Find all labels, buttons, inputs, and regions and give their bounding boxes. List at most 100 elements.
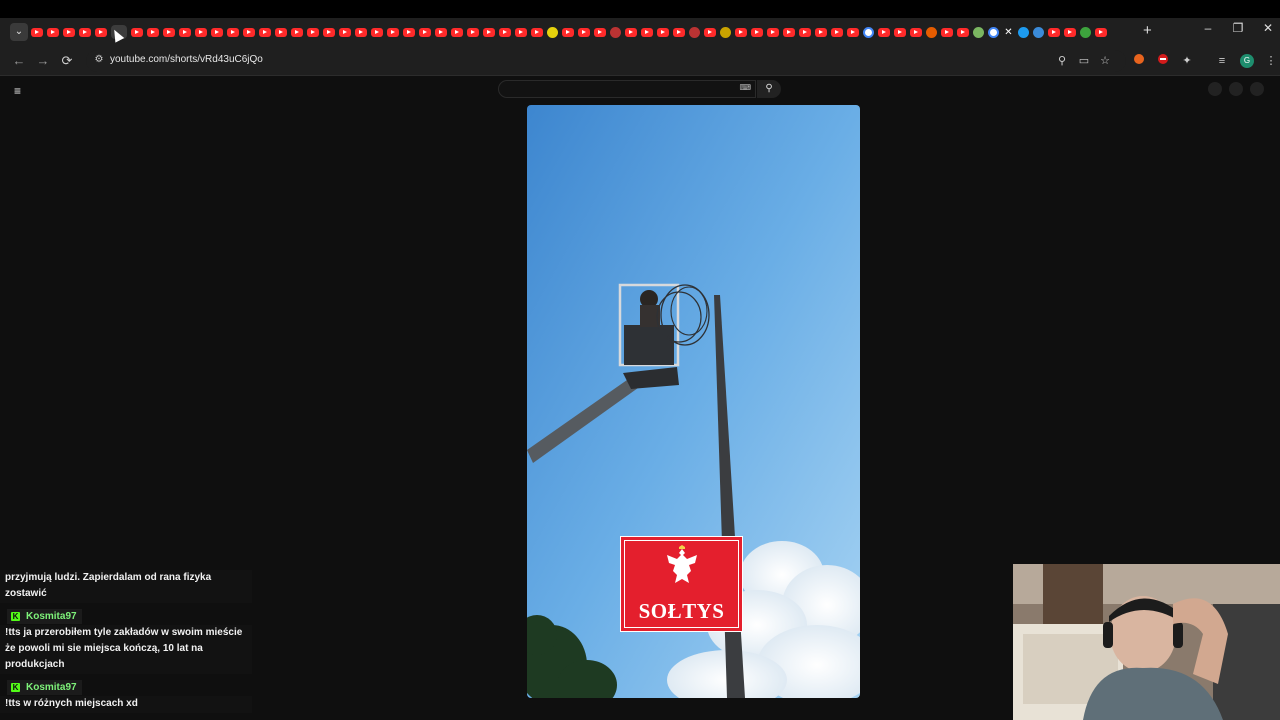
youtube-tab-favicon-icon[interactable] <box>673 27 685 37</box>
youtube-tab-favicon-icon[interactable] <box>751 27 763 37</box>
youtube-tab-favicon-icon[interactable] <box>291 27 303 37</box>
youtube-tab-favicon-icon[interactable] <box>339 27 351 37</box>
youtube-tab-favicon-icon[interactable] <box>259 27 271 37</box>
check-tab-favicon-icon[interactable] <box>1033 26 1044 38</box>
youtube-tab-favicon-icon[interactable] <box>467 27 479 37</box>
leaf-tab-favicon-icon[interactable] <box>1080 26 1091 38</box>
youtube-tab-favicon-icon[interactable] <box>275 27 287 37</box>
restore-button[interactable]: ❐ <box>1228 21 1248 35</box>
youtube-tab-favicon-icon[interactable] <box>783 27 795 37</box>
yellow-tab-favicon-icon[interactable] <box>547 26 558 38</box>
cast-icon[interactable]: ▭ <box>1076 53 1092 69</box>
url-text[interactable]: youtube.com/shorts/vRd43uC6jQo <box>110 54 263 65</box>
youtube-tab-favicon-icon[interactable] <box>847 27 859 37</box>
youtube-tab-favicon-icon[interactable] <box>211 27 223 37</box>
browser-toolbar: ← → ⟳ ⚙ youtube.com/shorts/vRd43uC6jQo ⚲… <box>0 46 1280 76</box>
youtube-tab-favicon-icon[interactable] <box>531 27 543 37</box>
youtube-tab-favicon-icon[interactable] <box>941 27 953 37</box>
address-bar[interactable]: ⚙ youtube.com/shorts/vRd43uC6jQo <box>86 50 1126 72</box>
youtube-tab-favicon-icon[interactable] <box>95 27 107 37</box>
search-input[interactable]: ⌨ <box>498 80 756 98</box>
close-window-button[interactable]: ✕ <box>1258 21 1278 35</box>
extension-icon-red[interactable] <box>1155 53 1171 69</box>
youtube-tab-favicon-icon[interactable] <box>515 27 527 37</box>
youtube-tab-favicon-icon[interactable] <box>625 27 637 37</box>
youtube-tab-favicon-icon[interactable] <box>499 27 511 37</box>
ring-tab-favicon-icon[interactable] <box>610 26 621 38</box>
account-avatar[interactable] <box>1250 82 1264 96</box>
youtube-tab-favicon-icon[interactable] <box>767 27 779 37</box>
search-button[interactable]: ⚲ <box>757 80 781 98</box>
youtube-tab-favicon-icon[interactable] <box>704 27 716 37</box>
youtube-tab-favicon-icon[interactable] <box>910 27 922 37</box>
youtube-tab-favicon-icon[interactable] <box>179 27 191 37</box>
webcam-overlay <box>1013 564 1280 720</box>
youtube-tab-favicon-icon[interactable] <box>307 27 319 37</box>
youtube-tab-favicon-icon[interactable] <box>403 27 415 37</box>
youtube-tab-favicon-icon[interactable] <box>1048 27 1060 37</box>
plus-tab-favicon-icon[interactable] <box>1018 26 1029 38</box>
youtube-tab-favicon-icon[interactable] <box>79 27 91 37</box>
minimize-button[interactable]: – <box>1198 21 1218 35</box>
zoom-icon[interactable]: ⚲ <box>1054 53 1070 69</box>
ext-tab-favicon-icon[interactable] <box>926 26 937 38</box>
youtube-tab-favicon-icon[interactable] <box>483 27 495 37</box>
youtube-tab-favicon-icon[interactable] <box>735 27 747 37</box>
notifications-icon[interactable] <box>1229 82 1243 96</box>
google-tab-favicon-icon[interactable] <box>863 26 874 38</box>
bookmark-star-icon[interactable]: ☆ <box>1097 53 1113 69</box>
youtube-tab-favicon-icon[interactable] <box>1095 27 1107 37</box>
extensions-puzzle-icon[interactable]: ✦ <box>1179 53 1195 69</box>
youtube-tab-favicon-icon[interactable] <box>63 27 75 37</box>
youtube-tab-favicon-icon[interactable] <box>419 27 431 37</box>
youtube-tab-favicon-icon[interactable] <box>799 27 811 37</box>
youtube-tab-favicon-icon[interactable] <box>562 27 574 37</box>
youtube-tab-favicon-icon[interactable] <box>594 27 606 37</box>
tab-search-button[interactable]: ⌄ <box>10 23 28 41</box>
youtube-tab-favicon-icon[interactable] <box>147 27 159 37</box>
chat-username: Kosmita97 <box>26 682 77 693</box>
media-controls-icon[interactable]: ≡ <box>1214 53 1230 69</box>
back-button[interactable]: ← <box>10 52 28 70</box>
forward-button[interactable]: → <box>34 52 52 70</box>
youtube-tab-favicon-icon[interactable] <box>163 27 175 37</box>
youtube-tab-favicon-icon[interactable] <box>451 27 463 37</box>
youtube-tab-favicon-icon[interactable] <box>31 27 43 37</box>
create-icon[interactable] <box>1208 82 1222 96</box>
guide-menu-icon[interactable]: ≡ <box>14 84 21 98</box>
youtube-tab-favicon-icon[interactable] <box>831 27 843 37</box>
youtube-tab-favicon-icon[interactable] <box>195 27 207 37</box>
youtube-tab-favicon-icon[interactable] <box>1064 27 1076 37</box>
youtube-tab-favicon-icon[interactable] <box>641 27 653 37</box>
grid-tab-favicon-icon[interactable] <box>973 26 984 38</box>
youtube-tab-favicon-icon[interactable] <box>957 27 969 37</box>
profile-avatar[interactable]: G <box>1240 54 1254 68</box>
site-info-icon[interactable]: ⚙ <box>92 53 106 67</box>
chat-message: !tts ja przerobiłem tyle zakładów w swoi… <box>0 625 252 674</box>
youtube-tab-favicon-icon[interactable] <box>243 27 255 37</box>
youtube-tab-favicon-icon[interactable] <box>815 27 827 37</box>
keyboard-icon[interactable]: ⌨ <box>739 83 751 92</box>
youtube-tab-favicon-icon[interactable] <box>878 27 890 37</box>
youtube-tab-favicon-icon[interactable] <box>47 27 59 37</box>
youtube-tab-favicon-icon[interactable] <box>387 27 399 37</box>
youtube-tab-favicon-icon[interactable] <box>355 27 367 37</box>
youtube-tab-favicon-icon[interactable] <box>323 27 335 37</box>
youtube-tab-favicon-icon[interactable] <box>657 27 669 37</box>
tab-list: ✕ <box>30 24 1108 40</box>
google-tab-favicon-icon[interactable] <box>988 26 999 38</box>
reload-button[interactable]: ⟳ <box>58 52 76 70</box>
browser-menu-icon[interactable]: ⋮ <box>1263 53 1279 69</box>
youtube-tab-favicon-icon[interactable] <box>131 27 143 37</box>
youtube-tab-favicon-icon[interactable] <box>371 27 383 37</box>
youtube-tab-favicon-icon[interactable] <box>894 27 906 37</box>
extension-icon-orange[interactable] <box>1131 53 1147 69</box>
youtube-tab-favicon-icon[interactable] <box>435 27 447 37</box>
youtube-tab-favicon-icon[interactable] <box>227 27 239 37</box>
ring-tab-favicon-icon[interactable] <box>689 26 700 38</box>
youtube-tab-favicon-icon[interactable] <box>578 27 590 37</box>
x-tab-favicon-icon[interactable]: ✕ <box>1003 26 1014 38</box>
lock-tab-favicon-icon[interactable] <box>720 26 731 38</box>
new-tab-button[interactable]: + <box>1143 22 1152 39</box>
kick-badge-icon: K <box>11 612 20 621</box>
